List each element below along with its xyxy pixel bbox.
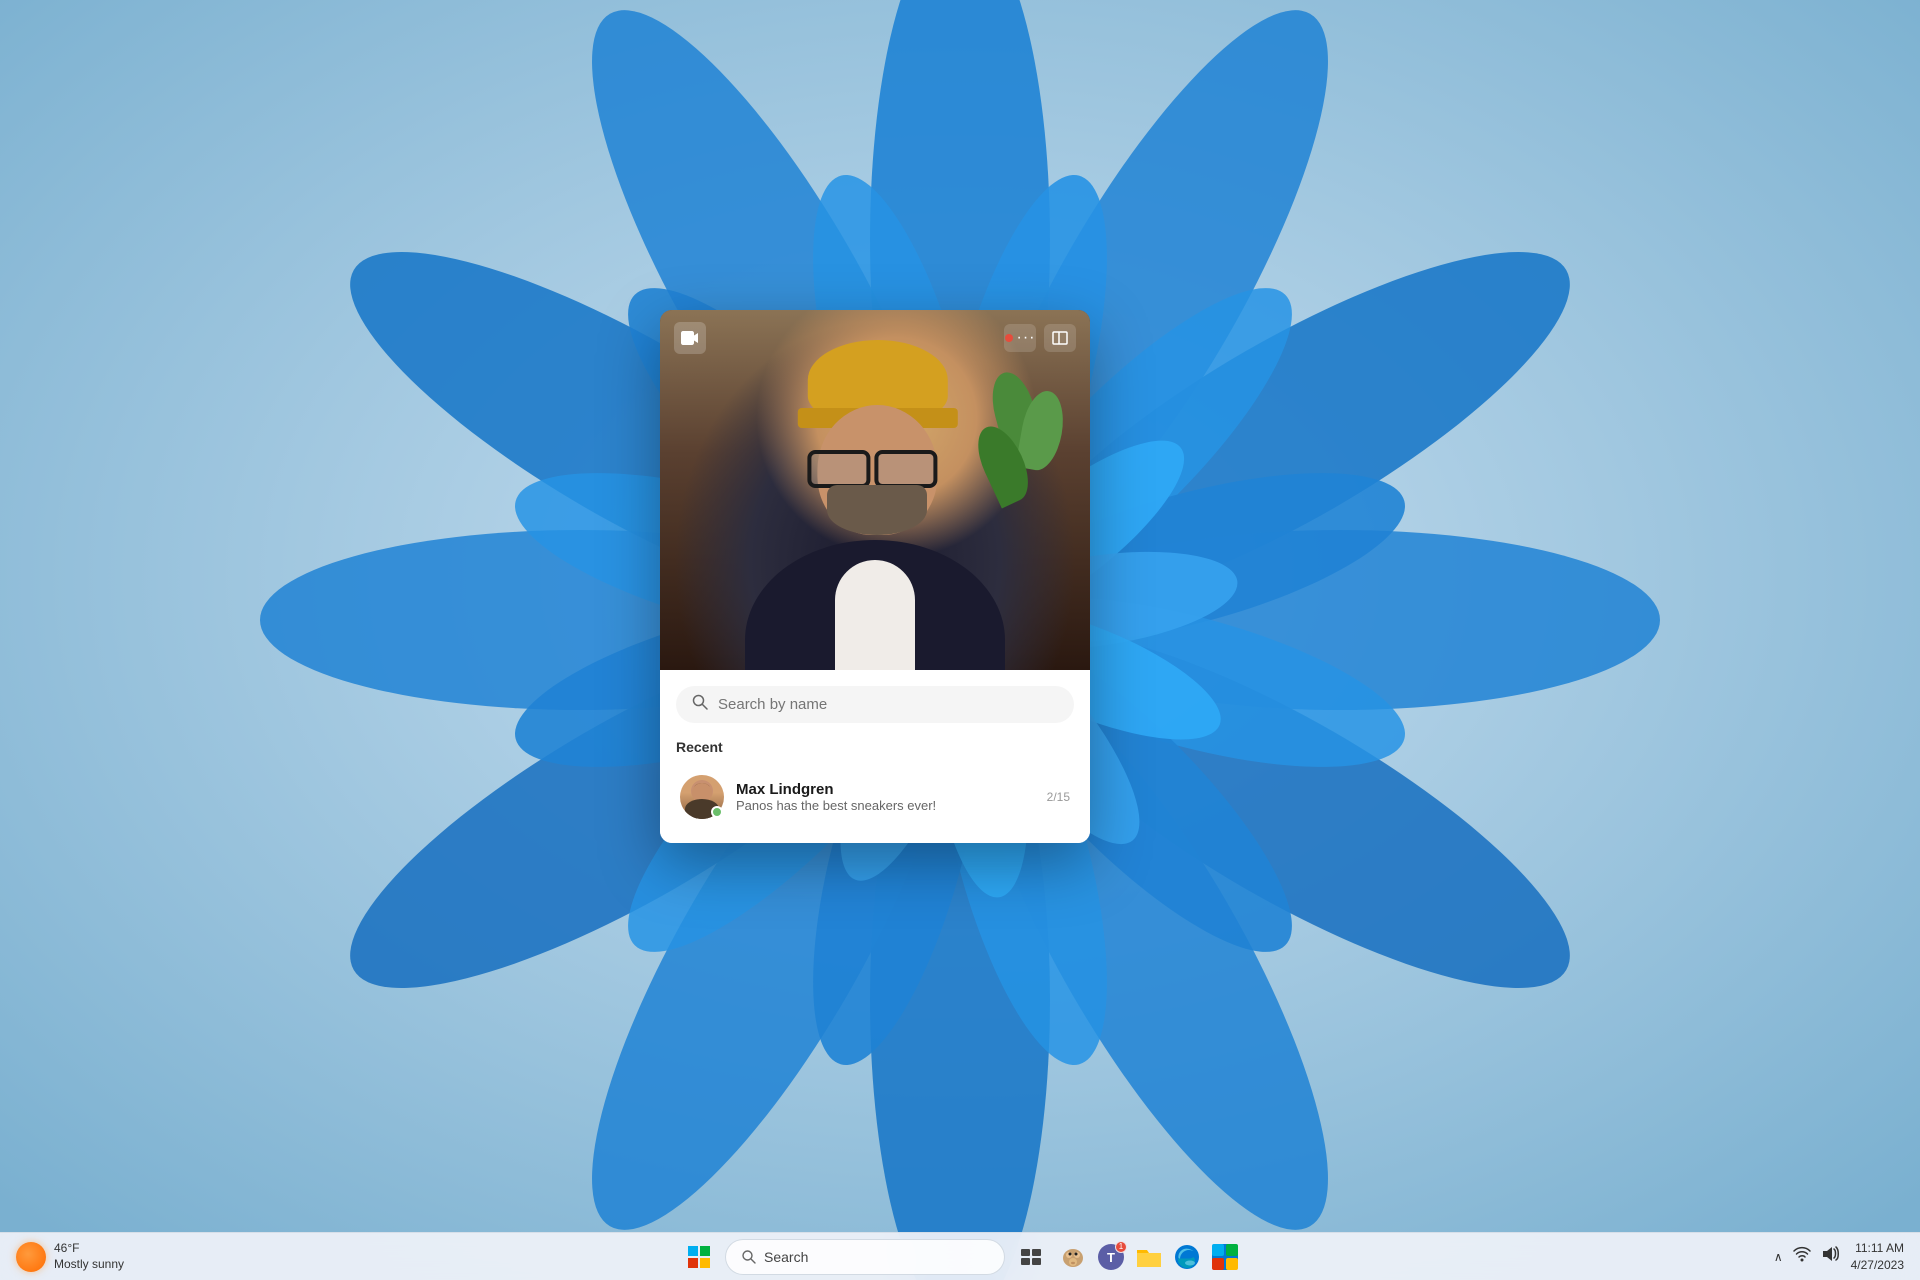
teams-panel: ···	[660, 310, 1090, 843]
wifi-icon[interactable]	[1793, 1246, 1811, 1267]
search-bar[interactable]	[676, 686, 1074, 723]
weather-text: 46°F Mostly sunny	[54, 1241, 124, 1272]
contact-info: Max Lindgren Panos has the best sneakers…	[736, 781, 1035, 813]
ms-store-button[interactable]	[1209, 1241, 1241, 1273]
person-glasses	[807, 450, 937, 485]
red-dot-indicator: ···	[1005, 329, 1036, 347]
search-icon	[692, 694, 708, 715]
taskbar-search-icon	[742, 1250, 756, 1264]
desktop: ···	[0, 0, 1920, 1280]
person-beard	[827, 485, 927, 535]
teams-notification-badge: 1	[1115, 1241, 1127, 1253]
white-panel: Recent Max Lindgren Panos has the	[660, 670, 1090, 843]
file-explorer-button[interactable]	[1133, 1241, 1165, 1273]
teams-taskbar-button[interactable]: T 1	[1095, 1241, 1127, 1273]
contact-item[interactable]: Max Lindgren Panos has the best sneakers…	[676, 767, 1074, 827]
taskbar-left: 46°F Mostly sunny	[16, 1241, 124, 1272]
svg-text:T: T	[1107, 1250, 1115, 1265]
temperature: 46°F	[54, 1241, 124, 1257]
expand-button[interactable]	[1044, 324, 1076, 352]
clock-date: 4/27/2023	[1851, 1257, 1904, 1274]
weather-widget[interactable]: 46°F Mostly sunny	[16, 1241, 124, 1272]
task-view-button[interactable]	[1011, 1237, 1051, 1277]
system-clock[interactable]: 11:11 AM 4/27/2023	[1851, 1240, 1904, 1274]
taskbar-right: ∧	[1774, 1240, 1904, 1274]
contact-date: 2/15	[1047, 790, 1070, 804]
hamster-app-button[interactable]	[1057, 1241, 1089, 1273]
video-top-buttons: ···	[1004, 324, 1076, 352]
taskbar-search-label: Search	[764, 1249, 808, 1265]
recent-label: Recent	[676, 739, 1074, 755]
video-section: ···	[660, 310, 1090, 670]
notification-dot	[1005, 334, 1013, 342]
task-view-icon	[1021, 1249, 1041, 1265]
taskbar-search[interactable]: Search	[725, 1239, 1005, 1275]
contact-avatar-wrapper	[680, 775, 724, 819]
online-indicator	[711, 806, 723, 818]
edge-browser-button[interactable]	[1171, 1241, 1203, 1273]
taskbar: 46°F Mostly sunny	[0, 1232, 1920, 1280]
more-options-button[interactable]: ···	[1004, 324, 1036, 352]
system-tray-expand-button[interactable]: ∧	[1774, 1250, 1783, 1264]
video-camera-icon	[674, 322, 706, 354]
background-plant	[1000, 370, 1060, 550]
weather-condition: Mostly sunny	[54, 1257, 124, 1273]
system-tray: ∧	[1774, 1246, 1839, 1267]
clock-time: 11:11 AM	[1851, 1240, 1904, 1257]
more-dots: ···	[1017, 329, 1036, 347]
taskbar-center: Search	[679, 1237, 1241, 1277]
contact-name: Max Lindgren	[736, 781, 1035, 798]
volume-icon[interactable]	[1821, 1246, 1839, 1267]
search-by-name-input[interactable]	[718, 696, 1058, 713]
video-topbar: ···	[660, 310, 1090, 366]
weather-sun-icon	[16, 1242, 46, 1272]
start-button[interactable]	[679, 1237, 719, 1277]
contact-message: Panos has the best sneakers ever!	[736, 798, 1035, 813]
